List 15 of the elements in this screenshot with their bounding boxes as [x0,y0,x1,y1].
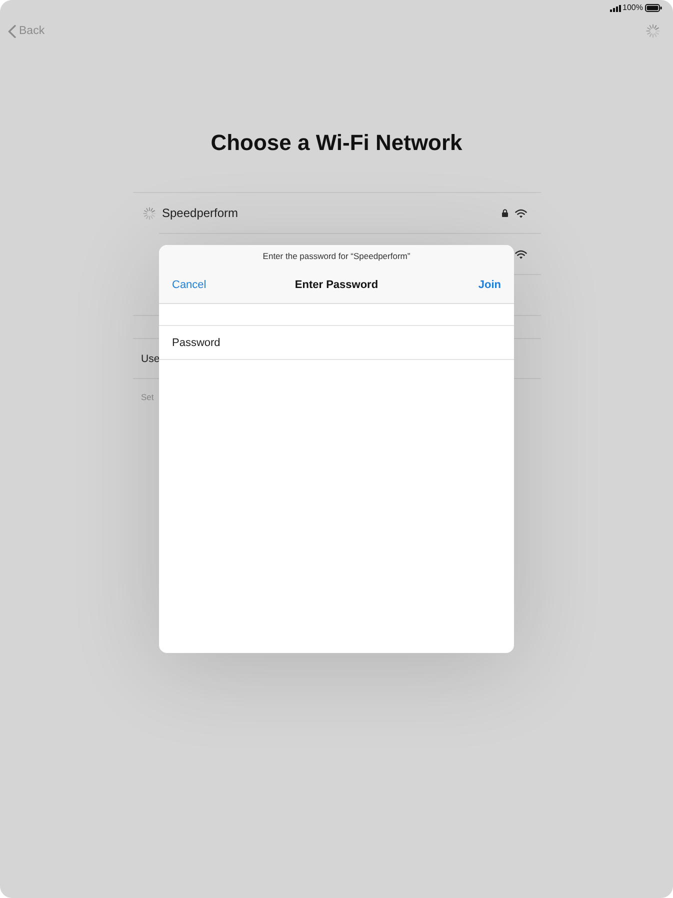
signal-icon [610,4,621,12]
dialog-title: Enter Password [294,278,378,292]
list-item-label[interactable]: Use [141,352,160,366]
cancel-button[interactable]: Cancel [172,278,206,292]
section-footer-text: Set [141,392,154,402]
dialog-prompt: Enter the password for “Speedperform” [262,250,410,262]
wifi-icon [515,250,527,258]
join-button[interactable]: Join [478,278,501,292]
network-name[interactable]: Speedperform [162,206,238,220]
password-field[interactable]: Password [159,326,514,360]
page-title: Choose a Wi-Fi Network [210,129,462,156]
wifi-icon [515,208,527,218]
battery-percentage: 100% [622,3,643,13]
chevron-left-icon [8,24,16,38]
battery-icon [645,4,662,12]
